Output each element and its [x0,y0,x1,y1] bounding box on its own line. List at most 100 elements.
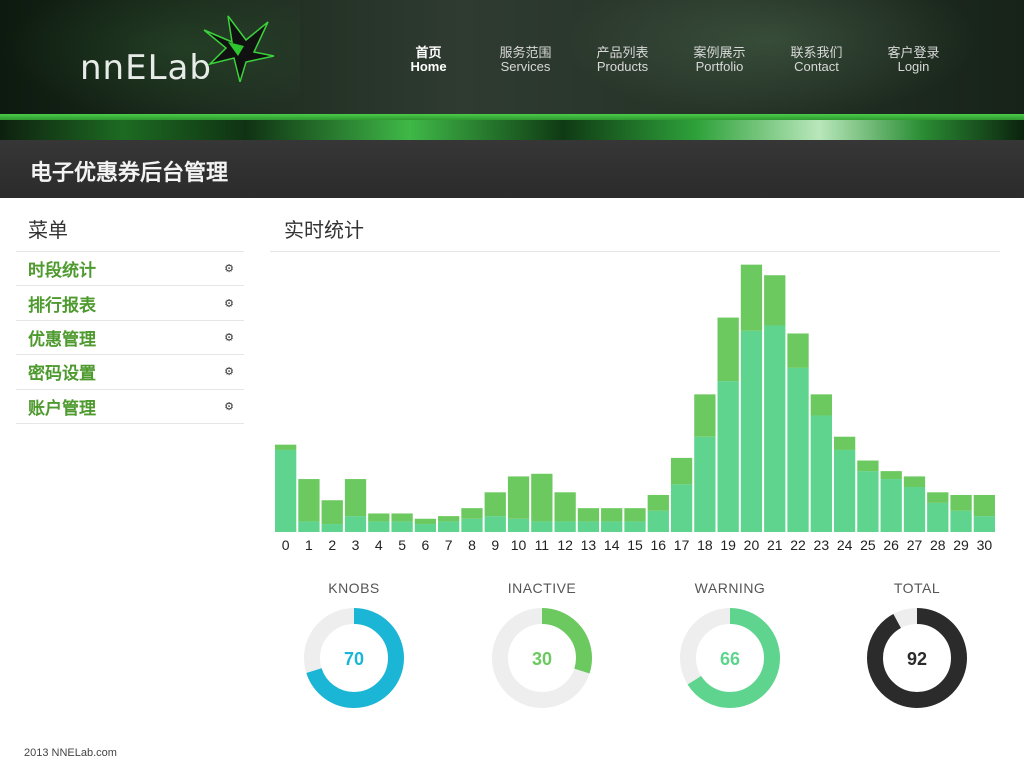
bar-segment-top [670,457,693,485]
bar-segment-base [903,487,926,532]
nav-contact[interactable]: 联系我们 Contact [768,46,865,74]
title-bar: 电子优惠券后台管理 [0,140,1024,198]
bar-segment-base [438,521,460,532]
bar-segment-top [577,508,600,522]
bar-segment-top [601,508,623,522]
x-tick-label: 3 [352,537,360,553]
nav-portfolio-zh: 案例展示 [693,45,746,60]
menu-item-label: 时段统计 [28,261,96,281]
x-tick-label: 11 [535,537,550,553]
main-title: 实时统计 [270,210,1000,252]
x-tick-label: 25 [860,537,876,553]
sidebar-title: 菜单 [16,210,244,252]
bar-segment-top [391,513,413,522]
bar-segment-top [321,500,343,525]
menu-item-label: 优惠管理 [28,329,96,349]
x-tick-label: 4 [375,537,383,553]
gear-icon: ⚙ [224,400,234,413]
x-tick-label: 6 [421,537,429,553]
bar-segment-base [740,330,763,532]
nav-contact-en: Contact [794,59,839,74]
x-tick-label: 19 [720,537,736,553]
x-tick-label: 1 [305,537,313,553]
menu-item-ranking-report[interactable]: 排行报表 ⚙ [16,286,244,321]
x-tick-label: 27 [907,537,923,553]
bar-segment-top [624,508,646,522]
bar-segment-top [973,494,995,517]
donut-inactive: INACTIVE 30 [482,580,602,710]
x-tick-label: 15 [627,537,643,553]
header-glow-strip [0,120,1024,140]
menu-item-time-stats[interactable]: 时段统计 ⚙ [16,252,244,287]
x-tick-label: 5 [398,537,406,553]
x-tick-label: 22 [790,537,806,553]
bar-segment-base [647,510,669,532]
bar-segment-top [787,333,809,368]
bar-segment-base [368,521,390,532]
bar-segment-base [694,436,716,532]
menu-item-label: 密码设置 [28,364,96,384]
bar-segment-base [833,449,856,532]
x-tick-label: 30 [977,537,993,553]
bar-segment-base [764,325,786,532]
menu-item-account-management[interactable]: 账户管理 ⚙ [16,390,244,424]
nav-products[interactable]: 产品列表 Products [574,46,671,74]
gear-icon: ⚙ [224,297,234,310]
nav-portfolio[interactable]: 案例展示 Portfolio [671,46,768,74]
bar-segment-base [321,524,343,532]
bar-segment-top [903,476,926,487]
bar-segment-top [438,516,460,522]
bar-segment-base [414,524,437,532]
donut-ring: 70 [304,608,404,708]
x-tick-label: 28 [930,537,946,553]
bar-segment-base [880,479,902,532]
menu-item-label: 排行报表 [28,295,96,315]
x-tick-label: 8 [468,537,476,553]
bar-segment-base [810,415,832,532]
nav-services[interactable]: 服务范围 Services [477,46,574,74]
donut-ring: 92 [867,608,967,708]
logo[interactable]: nnELab [80,15,280,96]
x-tick-label: 21 [767,537,783,553]
nav-contact-zh: 联系我们 [790,45,843,60]
x-tick-label: 29 [953,537,969,553]
menu-item-coupon-management[interactable]: 优惠管理 ⚙ [16,321,244,356]
donut-warning: WARNING 66 [670,580,790,710]
bar-segment-base [717,381,739,532]
gear-icon: ⚙ [224,366,234,379]
bar-segment-top [298,479,320,522]
x-tick-label: 13 [581,537,597,553]
gear-icon: ⚙ [224,263,234,276]
bar-segment-top [857,460,879,472]
donut-label: KNOBS [328,580,380,596]
bar-segment-base [624,521,646,532]
nav-login[interactable]: 客户登录 Login [865,46,962,74]
bar-segment-top [461,508,483,519]
menu-item-password-settings[interactable]: 密码设置 ⚙ [16,355,244,390]
bar-segment-base [298,521,320,532]
donut-label: TOTAL [893,580,941,596]
bar-segment-top [344,479,367,517]
bar-segment-top [275,444,297,450]
x-tick-label: 18 [697,537,713,553]
menu-item-label: 账户管理 [28,398,96,418]
realtime-bar-chart: 0 1 2 3 4 5 6 7 8 9 10 11 12 13 14 15 16 17 18 19 20 21 22 23 24… [275,264,995,553]
bar-segment-top [414,518,437,525]
bar-segment-top [531,473,553,522]
x-tick-label: 24 [837,537,853,553]
donut-label: INACTIVE [507,580,577,596]
bar-segment-top [368,513,390,522]
bar-segment-base [531,521,553,532]
x-tick-label: 16 [651,537,667,553]
bar-segment-top [927,492,949,503]
x-tick-label: 9 [491,537,499,553]
donut-value: 92 [907,649,927,669]
bar-segment-top [647,494,669,511]
nav-home[interactable]: 首页 Home [380,46,477,74]
bar-segment-top [880,471,902,480]
logo-text: nnELab [80,48,212,88]
footer-copyright: 2013 NNELab.com [24,747,117,759]
bar-segment-base [857,471,879,532]
site-header: nnELab 首页 Home 服务范围 Services 产品列表 Products … [0,0,1024,140]
bar-segment-base [554,521,576,532]
